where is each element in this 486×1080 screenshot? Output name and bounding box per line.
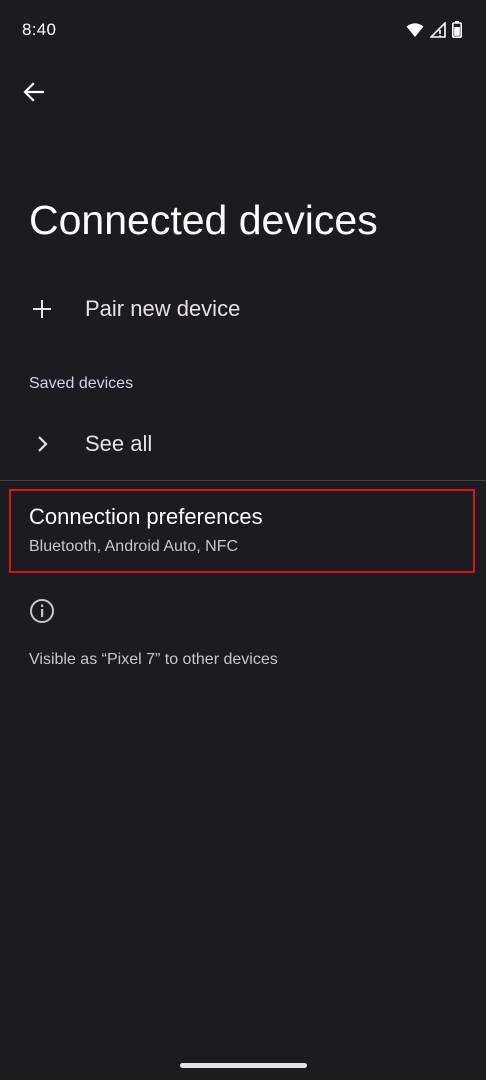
connection-preferences-item[interactable]: Connection preferences Bluetooth, Androi… [9, 489, 475, 573]
status-time: 8:40 [22, 20, 57, 39]
cell-signal-icon [429, 20, 446, 43]
see-all-label: See all [85, 431, 153, 456]
connection-preferences-summary: Bluetooth, Android Auto, NFC [29, 538, 239, 555]
pair-new-device-label: Pair new device [85, 296, 241, 321]
arrow-back-icon [23, 81, 45, 108]
saved-devices-header: Saved devices [29, 375, 134, 392]
info-icon [29, 598, 55, 624]
device-visibility-text: Visible as “Pixel 7” to other devices [29, 651, 278, 668]
see-all-row[interactable]: See all [0, 416, 486, 472]
divider [0, 480, 486, 481]
battery-icon [452, 21, 462, 43]
plus-icon [28, 295, 56, 323]
status-icons [406, 20, 462, 43]
chevron-right-icon [28, 430, 56, 458]
pair-new-device-row[interactable]: Pair new device [0, 280, 486, 338]
back-button[interactable] [14, 74, 54, 114]
status-bar: 8:40 [0, 0, 486, 60]
connection-preferences-title: Connection preferences [29, 504, 263, 529]
page-title: Connected devices [29, 197, 378, 243]
wifi-icon [406, 22, 424, 43]
navigation-handle[interactable] [180, 1063, 307, 1068]
